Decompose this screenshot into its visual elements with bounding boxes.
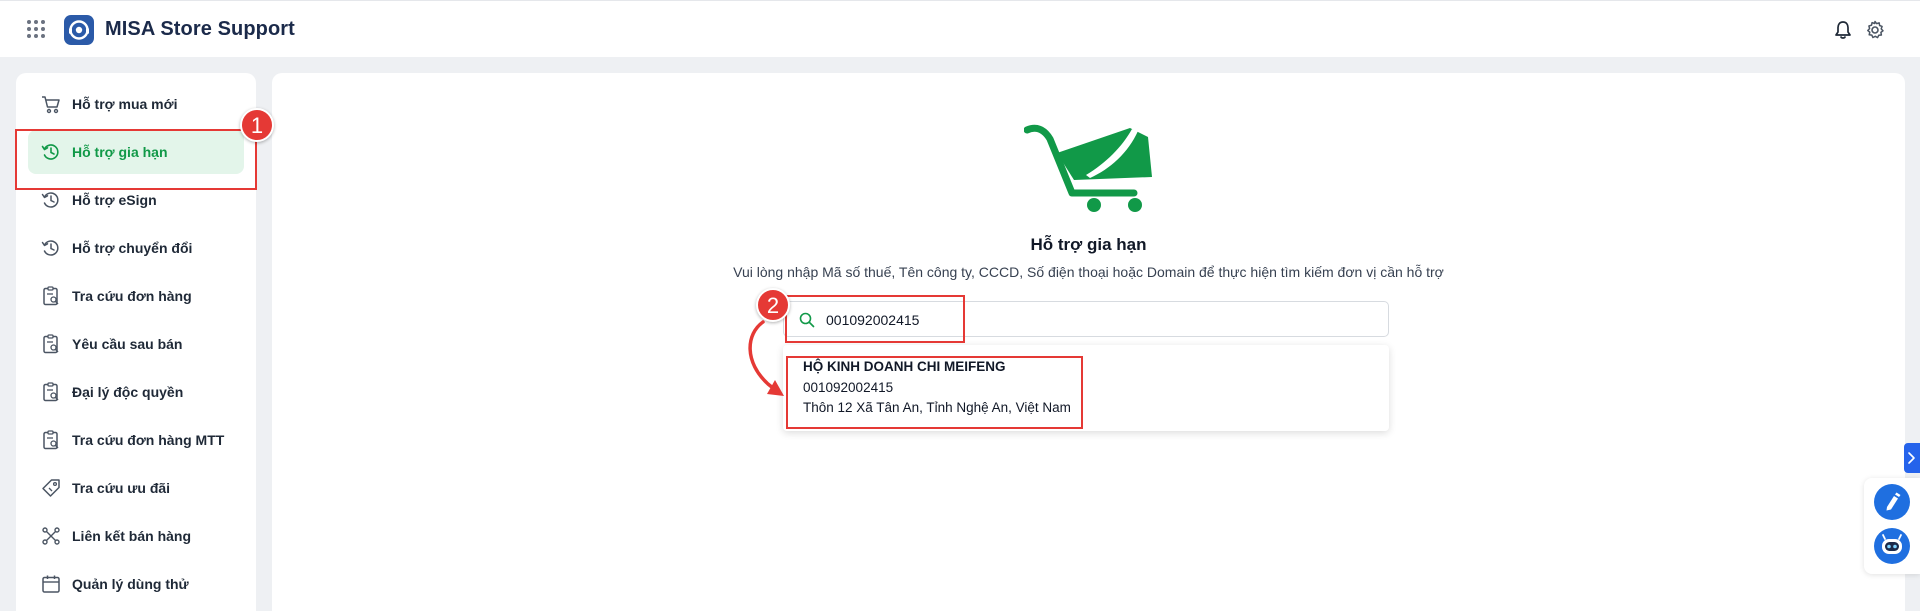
link-nodes-icon xyxy=(42,527,60,545)
annotation-step-1-badge: 1 xyxy=(240,108,274,142)
page-title: Hỗ trợ gia hạn xyxy=(1030,235,1147,254)
history-icon xyxy=(41,144,59,160)
sidebar-item-label: Hỗ trợ gia hạn xyxy=(72,144,168,160)
sidebar-item-label: Tra cứu đơn hàng xyxy=(72,288,192,304)
floating-widget-panel xyxy=(1864,478,1920,574)
sidebar-item-label: Yêu cầu sau bán xyxy=(72,336,183,352)
sidebar-item-ho-tro-chuyen-doi[interactable]: Hỗ trợ chuyển đổi xyxy=(28,226,244,270)
search-result-item[interactable]: HỘ KINH DOANH CHI MEIFENG 001092002415 T… xyxy=(783,345,1389,431)
sidebar-item-label: Hỗ trợ eSign xyxy=(72,192,157,208)
sidebar-item-quan-ly-dung-thu[interactable]: Quản lý dùng thử xyxy=(28,562,244,606)
main-panel: Hỗ trợ gia hạn Vui lòng nhập Mã số thuế,… xyxy=(272,73,1905,611)
sidebar-item-yeu-cau-sau-ban[interactable]: Yêu cầu sau bán xyxy=(28,322,244,366)
sidebar-item-lien-ket-ban-hang[interactable]: Liên kết bán hàng xyxy=(28,514,244,558)
tag-icon xyxy=(42,479,60,497)
result-address: Thôn 12 Xã Tân An, Tỉnh Nghệ An, Việt Na… xyxy=(803,400,1071,415)
sidebar-item-label: Đại lý độc quyền xyxy=(72,384,184,400)
robot-icon xyxy=(1882,534,1902,554)
annotation-arrow-icon xyxy=(748,320,784,396)
bell-icon[interactable] xyxy=(1832,19,1854,41)
app-grid-icon[interactable] xyxy=(27,20,45,38)
pen-icon xyxy=(1886,492,1901,511)
sidebar-item-label: Tra cứu ưu đãi xyxy=(72,480,171,496)
app-title: MISA Store Support xyxy=(105,18,295,40)
chevron-right-icon xyxy=(1908,452,1915,464)
search-box[interactable] xyxy=(783,301,1389,337)
gear-icon[interactable] xyxy=(1864,19,1886,41)
page-subtitle: Vui lòng nhập Mã số thuế, Tên công ty, C… xyxy=(733,264,1444,280)
calendar-icon xyxy=(42,575,60,593)
sidebar-item-ho-tro-mua-moi[interactable]: Hỗ trợ mua mới xyxy=(28,82,244,126)
clipboard-search-icon xyxy=(43,334,59,354)
sidebar-item-dai-ly-doc-quyen[interactable]: Đại lý độc quyền xyxy=(28,370,244,414)
clipboard-search-icon xyxy=(43,286,59,306)
cart-icon xyxy=(42,96,60,114)
result-company-name: HỘ KINH DOANH CHI MEIFENG xyxy=(803,359,1006,374)
search-results-dropdown: HỘ KINH DOANH CHI MEIFENG 001092002415 T… xyxy=(783,345,1389,431)
sidebar-item-label: Hỗ trợ mua mới xyxy=(72,96,178,112)
side-panel-toggle[interactable] xyxy=(1904,443,1920,473)
search-input[interactable] xyxy=(826,310,1366,330)
sidebar-item-label: Hỗ trợ chuyển đổi xyxy=(72,240,193,256)
history-icon xyxy=(41,240,59,256)
clipboard-search-icon xyxy=(43,430,59,450)
feedback-button[interactable] xyxy=(1874,484,1910,520)
sidebar-item-tra-cuu-don-hang-mtt[interactable]: Tra cứu đơn hàng MTT xyxy=(28,418,244,462)
sidebar-item-ho-tro-esign[interactable]: Hỗ trợ eSign xyxy=(28,178,244,222)
sidebar-item-tra-cuu-uu-dai[interactable]: Tra cứu ưu đãi xyxy=(28,466,244,510)
history-icon xyxy=(41,192,59,208)
sidebar-item-label: Tra cứu đơn hàng MTT xyxy=(72,432,225,448)
top-header: MISA Store Support xyxy=(0,0,1920,57)
chatbot-button[interactable] xyxy=(1874,528,1910,564)
shopping-cart-illustration-icon xyxy=(1024,124,1152,212)
sidebar: Hỗ trợ mua mới Hỗ trợ gia hạn Hỗ trợ eSi… xyxy=(16,73,256,611)
sidebar-item-label: Liên kết bán hàng xyxy=(72,528,192,544)
sidebar-item-ho-tro-gia-han[interactable]: Hỗ trợ gia hạn xyxy=(28,130,244,174)
clipboard-search-icon xyxy=(43,382,59,402)
sidebar-item-tra-cuu-don-hang[interactable]: Tra cứu đơn hàng xyxy=(28,274,244,318)
misa-logo-icon xyxy=(64,15,94,45)
sidebar-item-label: Quản lý dùng thử xyxy=(72,576,189,592)
